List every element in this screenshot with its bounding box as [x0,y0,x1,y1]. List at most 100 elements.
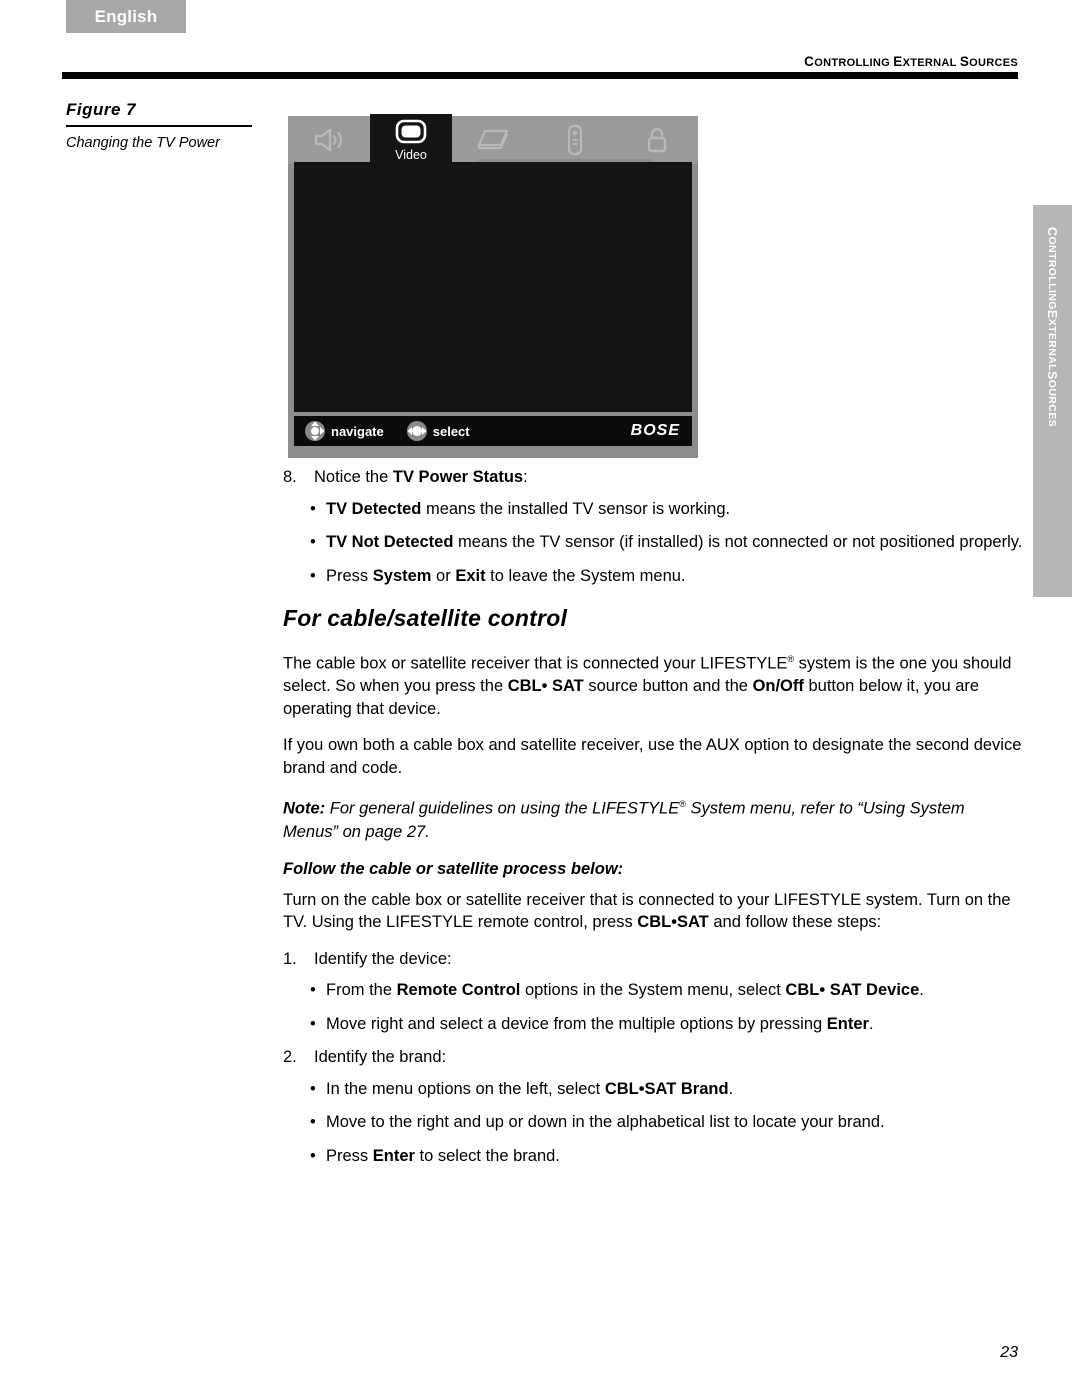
step-8-bullet-3-text: Press System or Exit to leave the System… [326,565,1023,588]
step-2-bullet-3-text: Press Enter to select the brand. [326,1145,1023,1168]
bullet-1-rest: means the installed TV sensor is working… [421,499,731,518]
tv-menu-bottom-bar: navigate select BOSE [294,416,692,446]
step-2-bullet-3: • Press Enter to select the brand. [283,1145,1023,1168]
tv-tab-remote[interactable] [534,116,616,164]
side-tab-part3: OURCES [1046,379,1059,428]
section-side-tab-label: C ONTROLLING E XTERNAL S OURCES [1033,227,1072,619]
bullet-2-bold: TV Not Detected [326,533,454,551]
step-8-text-a: Notice the [314,468,393,486]
tv-tab-disc[interactable] [452,116,534,164]
step-8-text-bold: TV Power Status [392,468,524,486]
step-2-bullet-1: • In the menu options on the left, selec… [283,1078,1023,1101]
side-tab-e: E [1045,309,1060,319]
figure-rule [66,125,252,127]
step-2-number: 2. [283,1048,297,1066]
bullet-3-bold-system: System [372,566,432,585]
paragraph-1-bold-cblsat: CBL• SAT [507,677,584,695]
speaker-icon [312,127,346,153]
registered-mark: ® [679,799,686,809]
section-heading: For cable/satellite control [283,605,568,631]
step-8-bullet-1-text: TV Detected means the installed TV senso… [326,498,1023,521]
running-head-s: S [959,54,970,69]
step-8: 8. Notice the TV Power Status: [283,466,1023,489]
tv-menu-body [294,162,692,412]
bullet-marker: • [310,981,316,999]
step-2-text: Identify the brand: [314,1048,447,1066]
step-2-bullet-2: • Move to the right and up or down in th… [283,1111,1023,1134]
dpad-navigate-icon [304,420,326,442]
s2b3-end: to select the brand. [414,1146,560,1165]
note-text-a: For general guidelines on using the LIFE… [325,799,680,818]
side-tab-part2: XTERNAL [1046,318,1059,371]
dpad-select-icon [406,420,428,442]
paragraph-1-c: source button and the [583,677,753,695]
s1b2-a: Move right and select a device from the … [326,1014,827,1033]
note-paragraph: Note: For general guidelines on using th… [283,793,1023,844]
running-head-c: C [804,54,815,69]
paragraph-3-b: and follow these steps: [708,913,882,931]
header-rule [62,72,1018,79]
side-tab-c: C [1045,227,1060,237]
step-1-text: Identify the device: [314,949,452,968]
note-label: Note: [283,799,326,818]
step-1-bullet-2: • Move right and select a device from th… [283,1013,1023,1036]
paragraph-1-a: The cable box or satellite receiver that… [283,654,788,673]
step-8-text-c: : [523,468,528,486]
main-content: 8. Notice the TV Power Status: • TV Dete… [283,466,1023,1178]
bullet-3-rest: to leave the System menu. [485,566,686,585]
remote-icon [565,124,585,156]
paragraph-1-bold-onoff: On/Off [752,677,804,695]
navigate-hint-label: navigate [331,423,384,439]
bullet-marker: • [310,1146,316,1165]
paragraph-2: If you own both a cable box and satellit… [283,736,1022,777]
running-head-part3: OURCES [969,57,1018,69]
tv-menu-screenshot: Video navigate select BOSE [288,114,698,458]
tv-tab-video[interactable]: Video [370,114,452,186]
step-8-bullet-2: • TV Not Detected means the TV sensor (i… [283,531,1023,554]
step-1-bullet-1-text: From the Remote Control options in the S… [326,979,1023,1002]
step-1: 1. Identify the device: [283,948,1023,971]
s1b2-bold-enter: Enter [826,1014,869,1033]
subheading-follow-process: Follow the cable or satellite process be… [283,859,624,878]
s1b1-mid: options in the System menu, select [520,981,786,999]
step-8-text: Notice the TV Power Status: [314,466,1023,489]
step-1-bullet-2-text: Move right and select a device from the … [326,1013,1023,1036]
side-tab-part1: ONTROLLING [1046,236,1059,310]
s1b1-bold-cblsat-device: CBL• SAT Device [785,981,920,999]
bullet-marker: • [310,1079,316,1098]
running-head-part1: ONTROLLING [814,57,894,69]
tv-tab-lock[interactable] [616,116,698,164]
section-side-tab: C ONTROLLING E XTERNAL S OURCES [1033,205,1072,597]
bullet-marker: • [310,499,316,518]
bullet-marker: • [310,566,316,585]
s2b1-bold-cblsat-brand: CBL•SAT Brand [604,1079,729,1098]
figure-title: Figure 7 [66,100,137,119]
step-8-number: 8. [283,468,297,486]
s1b1-end: . [919,981,924,999]
disc-icon [473,128,513,152]
select-hint: select [406,420,470,442]
language-tab: English [66,0,186,33]
language-tab-label: English [94,6,158,26]
bullet-3-mid: or [431,566,456,585]
bullet-3-a: Press [326,566,373,585]
s1b1-bold-remote-control: Remote Control [396,981,521,999]
bullet-marker: • [310,1014,316,1033]
bullet-2-rest: means the TV sensor (if installed) is no… [453,533,1023,551]
paragraph-1: The cable box or satellite receiver that… [283,648,1023,720]
running-head-part2: XTERNAL [902,57,960,69]
figure-caption-block: Figure 7 Changing the TV Power [66,100,256,151]
step-8-bullet-1: • TV Detected means the installed TV sen… [283,498,1023,521]
tv-icon [394,118,428,145]
step-1-number: 1. [283,949,297,968]
s2b1-end: . [728,1079,734,1098]
tv-tab-video-label: Video [395,148,427,162]
s2b3-a: Press [326,1146,373,1165]
paragraph-3-bold-cblsat: CBL•SAT [637,913,709,931]
bullet-3-bold-exit: Exit [455,566,486,585]
step-2-bullet-2-text: Move to the right and up or down in the … [326,1113,885,1131]
s2b1-a: In the menu options on the left, select [326,1079,605,1098]
tv-tab-audio[interactable] [288,116,370,164]
paragraph-3: Turn on the cable box or satellite recei… [283,889,1023,934]
step-1-bullet-1: • From the Remote Control options in the… [283,979,1023,1002]
